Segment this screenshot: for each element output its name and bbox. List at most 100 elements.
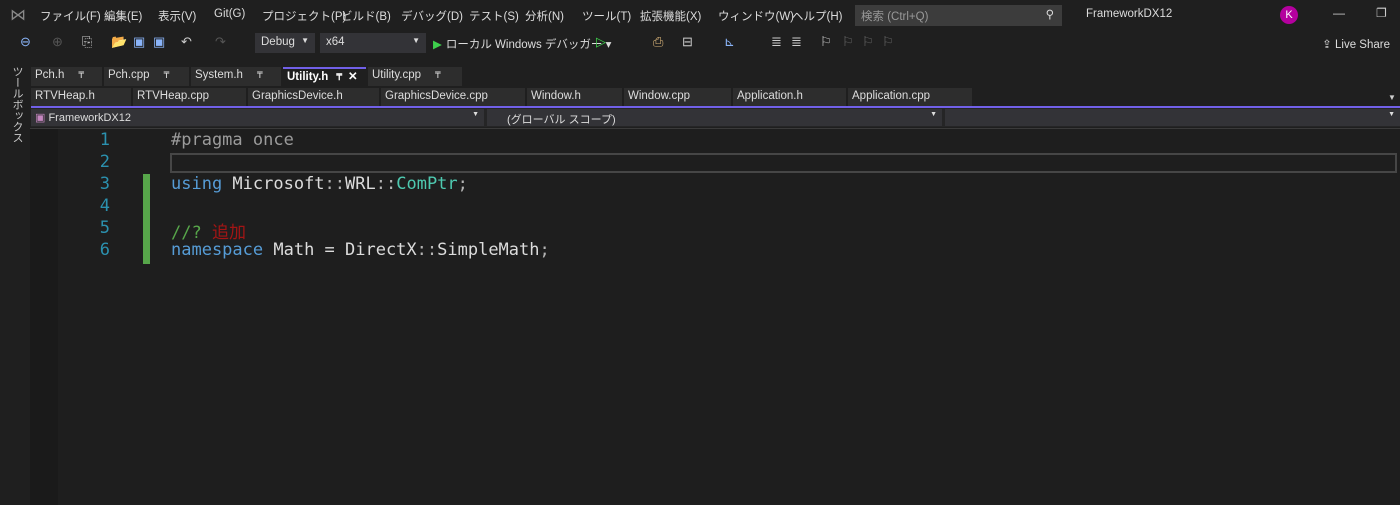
- tab-window-cpp[interactable]: Window.cpp: [624, 88, 731, 107]
- platform-select[interactable]: x64 ▼: [320, 33, 426, 53]
- tab-utility-h[interactable]: Utility.h ₸ ✕: [283, 67, 366, 86]
- pin-icon[interactable]: ₸: [435, 70, 441, 80]
- search-icon: ⚲: [1045, 9, 1054, 21]
- tab-label: Utility.h: [287, 71, 329, 83]
- menu-debug[interactable]: デバッグ(D): [401, 8, 463, 24]
- editor-margin: [30, 129, 58, 505]
- vs-logo-icon: ⋈: [10, 7, 26, 24]
- identifier: WRL: [345, 174, 376, 194]
- tab-label: Utility.cpp: [372, 69, 421, 81]
- open-folder-icon[interactable]: 📂: [111, 34, 127, 50]
- forward-icon[interactable]: ⊕: [52, 34, 63, 50]
- live-share-label: Live Share: [1335, 39, 1390, 51]
- prev-bookmark-icon[interactable]: ⚐: [842, 34, 854, 50]
- tab-utility-cpp[interactable]: Utility.cpp ₸: [368, 67, 462, 86]
- menu-tools[interactable]: ツール(T): [582, 8, 631, 24]
- menu-file[interactable]: ファイル(F): [40, 8, 101, 24]
- current-line-highlight: [170, 153, 1397, 173]
- scope-value: (グローバル スコープ): [507, 114, 616, 126]
- menu-extensions[interactable]: 拡張機能(X): [640, 8, 701, 24]
- next-bookmark-icon[interactable]: ⚐: [862, 34, 874, 50]
- tab-system-h[interactable]: System.h ₸: [191, 67, 281, 86]
- back-icon[interactable]: ⊖: [20, 34, 31, 50]
- tab-label: System.h: [195, 69, 243, 81]
- save-all-icon[interactable]: ▣: [153, 34, 165, 50]
- tab-application-cpp[interactable]: Application.cpp: [848, 88, 972, 107]
- menu-bar: ⋈ ファイル(F) 編集(E) 表示(V) Git(G) プロジェクト(P) ビ…: [0, 0, 850, 30]
- save-icon[interactable]: ▣: [133, 34, 145, 50]
- code-line-6: namespace Math = DirectX::SimpleMath;: [171, 240, 550, 260]
- minimize-button[interactable]: —: [1333, 6, 1345, 20]
- tab-pch-cpp[interactable]: Pch.cpp ₸: [104, 67, 189, 86]
- keyword: namespace: [171, 240, 264, 260]
- tab-overflow-icon[interactable]: ▼: [1388, 93, 1396, 102]
- tab-graphicsdevice-cpp[interactable]: GraphicsDevice.cpp: [381, 88, 525, 107]
- menu-view[interactable]: 表示(V): [158, 8, 196, 24]
- pin-icon[interactable]: ₸: [257, 70, 263, 80]
- menu-analyze[interactable]: 分析(N): [525, 8, 564, 24]
- redo-icon[interactable]: ↷: [215, 34, 226, 50]
- restore-button[interactable]: ❐: [1376, 6, 1387, 20]
- menu-test[interactable]: テスト(S): [469, 8, 519, 24]
- close-icon[interactable]: ✕: [348, 71, 358, 83]
- identifier: SimpleMath: [437, 240, 540, 260]
- operator: ::: [324, 174, 346, 194]
- menu-edit[interactable]: 編集(E): [104, 8, 142, 24]
- config-select[interactable]: Debug ▼: [255, 33, 315, 53]
- menu-help[interactable]: ヘルプ(H): [792, 8, 842, 24]
- new-project-icon[interactable]: ⎘: [82, 34, 92, 50]
- window-layout-icon[interactable]: ⊟: [682, 34, 693, 50]
- step-icon[interactable]: ⊾: [724, 34, 735, 50]
- toolbox-label: ツールボックス: [11, 66, 23, 143]
- clear-bookmarks-icon[interactable]: ⚐: [882, 34, 894, 50]
- code-editor[interactable]: 1 2 3 4 5 6 #pragma once using Microsoft…: [30, 128, 1400, 505]
- tab-row-pinned: Pch.h ₸ Pch.cpp ₸ System.h ₸ Utility.h ₸ ✕ Ut…: [31, 67, 464, 86]
- pin-icon[interactable]: ₸: [336, 72, 342, 82]
- share-icon: ⇪: [1322, 39, 1336, 51]
- line-number: 6: [99, 240, 110, 260]
- code-line-1: #pragma once: [171, 130, 294, 150]
- tab-graphicsdevice-h[interactable]: GraphicsDevice.h: [248, 88, 379, 107]
- toolbox-panel[interactable]: ツールボックス: [0, 60, 30, 504]
- line-number: 1: [99, 130, 110, 150]
- code-line-3: using Microsoft::WRL::ComPtr;: [171, 174, 468, 194]
- avatar[interactable]: K: [1280, 6, 1298, 24]
- search-input[interactable]: 検索 (Ctrl+Q) ⚲: [855, 5, 1062, 26]
- navigation-bar: ▣ FrameworkDX12 ▼ (グローバル スコープ) ▼ ▼: [31, 108, 1400, 127]
- tab-application-h[interactable]: Application.h: [733, 88, 846, 107]
- line-number: 3: [99, 174, 110, 194]
- menu-build[interactable]: ビルド(B): [341, 8, 391, 24]
- comment-icon[interactable]: ≣: [771, 34, 782, 50]
- tab-label: Pch.h: [35, 69, 65, 81]
- pin-icon[interactable]: ₸: [78, 70, 84, 80]
- toolbar: ⊖ ⊕ ⎘ 📂 ▣ ▣ ↶ ↷ Debug ▼ x64 ▼ ▶ ローカル Window…: [0, 30, 1400, 57]
- line-number: 5: [99, 218, 110, 238]
- undo-icon[interactable]: ↶: [181, 34, 192, 50]
- pin-icon[interactable]: ₸: [164, 70, 170, 80]
- uncomment-icon[interactable]: ≣: [791, 34, 802, 50]
- start-without-debug-icon[interactable]: ▷: [596, 34, 606, 50]
- solution-title: FrameworkDX12: [1086, 8, 1173, 20]
- tab-window-h[interactable]: Window.h: [527, 88, 622, 107]
- menu-project[interactable]: プロジェクト(P): [262, 8, 346, 24]
- scope-select[interactable]: (グローバル スコープ) ▼: [487, 109, 942, 126]
- tab-pch-h[interactable]: Pch.h ₸: [31, 67, 102, 86]
- type-name: ComPtr: [396, 174, 458, 194]
- tab-rtvheap-cpp[interactable]: RTVHeap.cpp: [133, 88, 246, 107]
- member-select[interactable]: ▼: [945, 109, 1400, 126]
- project-select[interactable]: ▣ FrameworkDX12 ▼: [31, 109, 484, 126]
- live-share-button[interactable]: ⇪ Live Share: [1322, 37, 1390, 51]
- operator: ::: [375, 174, 397, 194]
- bookmark-icon[interactable]: ⚐: [820, 34, 832, 50]
- line-number: 4: [99, 196, 110, 216]
- project-value: FrameworkDX12: [48, 112, 131, 124]
- menu-window[interactable]: ウィンドウ(W): [718, 8, 794, 24]
- config-value: Debug: [261, 36, 295, 48]
- start-debug-button[interactable]: ▶ ローカル Windows デバッガー ▾: [433, 36, 611, 52]
- tab-rtvheap-h[interactable]: RTVHeap.h: [31, 88, 131, 107]
- change-tracking-bar: [143, 174, 150, 264]
- operator: ;: [539, 240, 550, 260]
- operator: ::: [416, 240, 438, 260]
- solution-explorer-icon[interactable]: ⎙: [653, 34, 663, 50]
- menu-git[interactable]: Git(G): [214, 8, 245, 20]
